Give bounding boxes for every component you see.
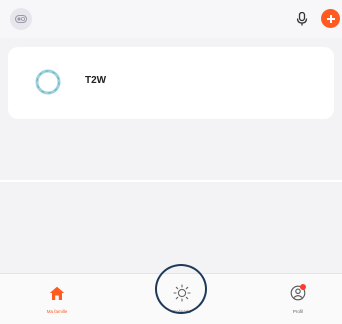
- device-name: T2W: [85, 75, 107, 86]
- sun-icon: [173, 284, 191, 302]
- microphone-icon: [296, 12, 308, 26]
- device-card[interactable]: T2W: [8, 47, 334, 119]
- ring-device-icon: [35, 69, 61, 95]
- section-divider: [0, 180, 342, 182]
- bottom-tab-bar: Ma famille Scénario Profil: [0, 273, 342, 324]
- top-bar: [0, 0, 342, 38]
- tab-home[interactable]: Ma famille: [22, 274, 92, 324]
- home-switch-button[interactable]: [10, 8, 32, 30]
- home-switch-icon: [15, 15, 27, 23]
- add-device-button[interactable]: [321, 9, 340, 28]
- tab-scenario[interactable]: Scénario: [147, 274, 217, 324]
- tab-profile[interactable]: Profil: [263, 274, 333, 324]
- app-screen: T2W Ma famille Scénario Profil: [0, 0, 342, 324]
- home-icon: [49, 286, 65, 300]
- tab-home-label: Ma famille: [46, 309, 68, 314]
- tab-scenario-label: Scénario: [173, 309, 191, 314]
- tab-profile-label: Profil: [292, 309, 304, 314]
- notification-badge: [300, 284, 306, 290]
- plus-icon: [326, 14, 335, 23]
- voice-button[interactable]: [292, 9, 312, 29]
